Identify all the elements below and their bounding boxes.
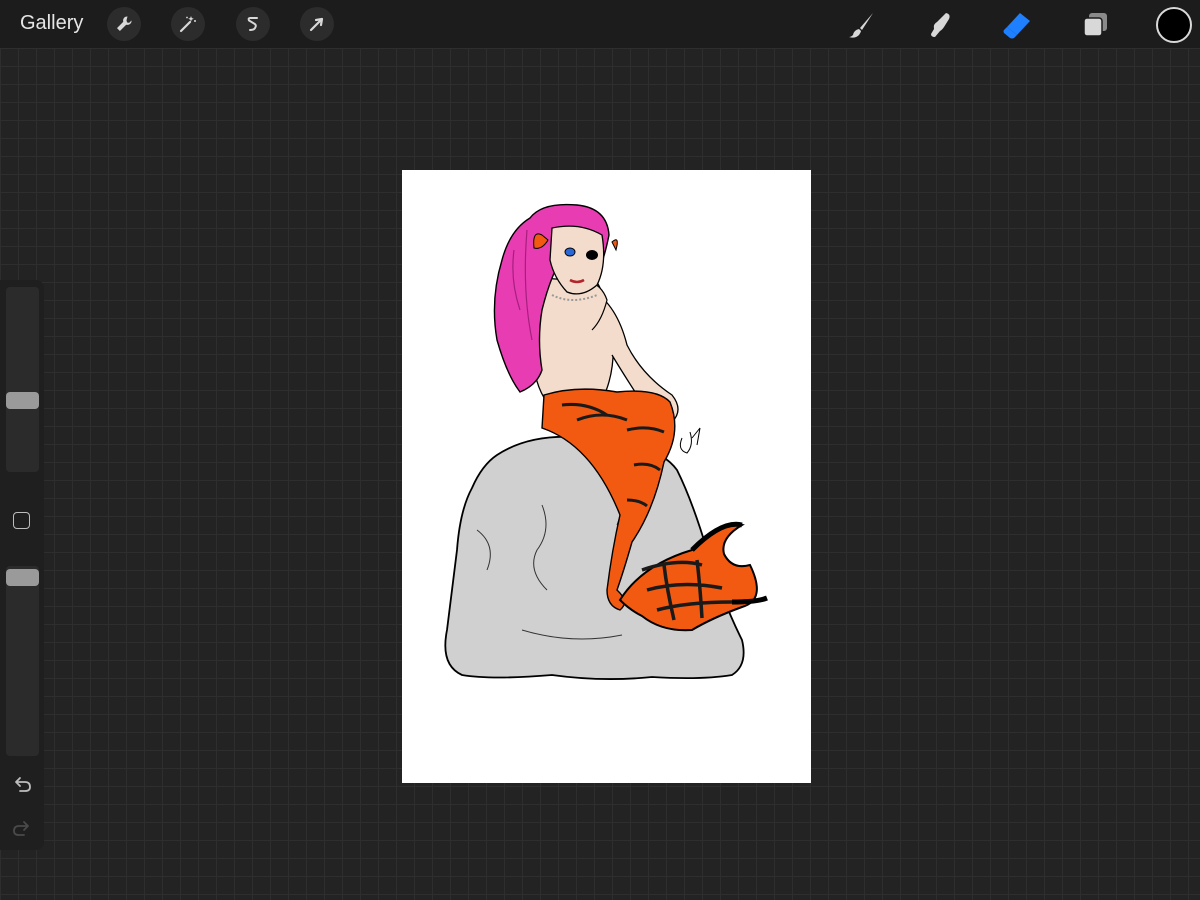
- wrench-icon: [117, 16, 132, 31]
- modify-button[interactable]: [13, 512, 30, 529]
- brush-tool[interactable]: [845, 8, 879, 42]
- drawing-canvas[interactable]: [402, 170, 811, 783]
- undo-icon[interactable]: [11, 774, 33, 796]
- mermaid-artwork: [444, 203, 768, 680]
- opacity-slider-handle[interactable]: [6, 569, 39, 586]
- smudge-tool[interactable]: [923, 8, 957, 42]
- brush-size-slider[interactable]: [6, 287, 39, 472]
- eraser-tool[interactable]: [1000, 8, 1034, 42]
- selection-s-icon: [247, 17, 258, 31]
- transform-button[interactable]: [300, 7, 334, 41]
- opacity-slider[interactable]: [6, 566, 39, 756]
- color-picker-button[interactable]: [1156, 7, 1192, 43]
- smudge-icon: [931, 13, 950, 37]
- brush-icon: [849, 13, 873, 38]
- layers-icon: [1083, 13, 1107, 37]
- actions-button[interactable]: [107, 7, 141, 41]
- adjustments-button[interactable]: [171, 7, 205, 41]
- left-sidebar: [0, 280, 44, 850]
- magic-wand-icon: [179, 16, 196, 33]
- redo-icon[interactable]: [11, 818, 33, 840]
- brush-size-slider-handle[interactable]: [6, 392, 39, 409]
- gallery-button[interactable]: Gallery: [20, 12, 83, 35]
- arrow-cursor-icon: [309, 17, 324, 32]
- eraser-icon: [1003, 13, 1030, 39]
- selection-button[interactable]: [236, 7, 270, 41]
- top-toolbar: Gallery: [0, 0, 1200, 48]
- layers-tool[interactable]: [1078, 8, 1112, 42]
